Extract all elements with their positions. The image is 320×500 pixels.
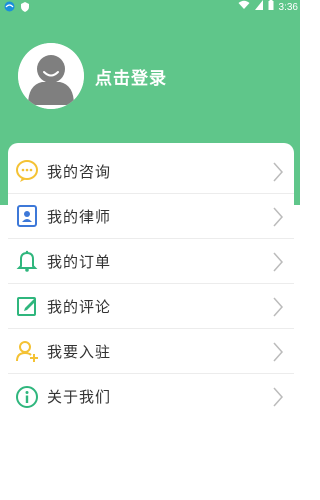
menu-item-about[interactable]: 关于我们 (8, 374, 294, 419)
lawyer-card-icon (15, 204, 39, 228)
menu-label: 我的订单 (47, 252, 112, 271)
bell-icon (15, 249, 39, 273)
status-time: 3:36 (278, 2, 298, 13)
wifi-icon (238, 0, 250, 16)
info-icon (15, 385, 39, 409)
menu-item-consultation[interactable]: 我的咨询 (8, 149, 294, 194)
menu-item-join[interactable]: 我要入驻 (8, 329, 294, 374)
app-icon (4, 1, 15, 18)
status-bar: 3:36 (0, 0, 300, 16)
chevron-right-icon (273, 162, 284, 182)
login-link[interactable]: 点击登录 (95, 64, 167, 89)
menu-label: 我的咨询 (47, 162, 112, 181)
default-avatar-icon (18, 43, 84, 109)
shield-icon (21, 1, 29, 18)
avatar[interactable] (18, 43, 84, 109)
menu-label: 我的律师 (47, 207, 112, 226)
signal-icon (254, 0, 263, 16)
chevron-right-icon (273, 207, 284, 227)
chevron-right-icon (273, 252, 284, 272)
menu-item-lawyer[interactable]: 我的律师 (8, 194, 294, 239)
edit-icon (15, 294, 39, 318)
menu-card: 我的咨询 我的律师 我的订单 我的评论 我要入驻 关于我们 (8, 143, 294, 423)
menu-item-orders[interactable]: 我的订单 (8, 239, 294, 284)
chevron-right-icon (273, 387, 284, 407)
add-user-icon (15, 339, 39, 363)
menu-label: 我的评论 (47, 297, 112, 316)
chevron-right-icon (273, 342, 284, 362)
chevron-right-icon (273, 297, 284, 317)
battery-icon (268, 0, 274, 16)
menu-label: 关于我们 (47, 388, 112, 406)
chat-bubble-icon (15, 159, 39, 183)
menu-item-comments[interactable]: 我的评论 (8, 284, 294, 329)
menu-label: 我要入驻 (47, 342, 112, 361)
